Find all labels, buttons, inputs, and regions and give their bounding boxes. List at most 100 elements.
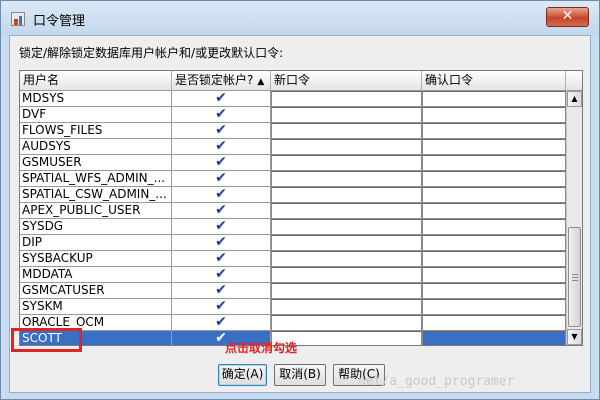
lock-checkbox-cell[interactable]: ✔ (172, 91, 271, 107)
confirm-password-field[interactable] (422, 299, 566, 315)
username-cell[interactable]: SPATIAL_CSW_ADMIN_... (20, 187, 172, 203)
new-password-field[interactable] (271, 107, 422, 123)
table-row[interactable]: SPATIAL_WFS_ADMIN_... ✔ (20, 171, 566, 187)
table-row[interactable]: APEX_PUBLIC_USER ✔ (20, 203, 566, 219)
lock-checkbox-cell[interactable]: ✔ (172, 219, 271, 235)
new-password-field[interactable] (271, 315, 422, 331)
checkmark-icon[interactable]: ✔ (215, 315, 227, 330)
username-cell[interactable]: FLOWS_FILES (20, 123, 172, 139)
username-cell[interactable]: DVF (20, 107, 172, 123)
checkmark-icon[interactable]: ✔ (215, 235, 227, 250)
table-row[interactable]: MDDATA ✔ (20, 267, 566, 283)
table-row[interactable]: GSMUSER ✔ (20, 155, 566, 171)
lock-checkbox-cell[interactable]: ✔ (172, 139, 271, 155)
checkmark-icon[interactable]: ✔ (215, 91, 227, 106)
lock-checkbox-cell[interactable]: ✔ (172, 187, 271, 203)
confirm-password-field[interactable] (422, 187, 566, 203)
confirm-password-field[interactable] (422, 107, 566, 123)
confirm-password-field[interactable] (422, 171, 566, 187)
lock-checkbox-cell[interactable]: ✔ (172, 171, 271, 187)
new-password-field[interactable] (271, 171, 422, 187)
checkmark-icon[interactable]: ✔ (215, 283, 227, 298)
username-cell[interactable]: DIP (20, 235, 172, 251)
table-row[interactable]: MDSYS ✔ (20, 91, 566, 107)
checkmark-icon[interactable]: ✔ (215, 107, 227, 122)
new-password-field[interactable] (271, 283, 422, 299)
new-password-field[interactable] (271, 203, 422, 219)
table-row[interactable]: DVF ✔ (20, 107, 566, 123)
confirm-password-field[interactable] (422, 139, 566, 155)
checkmark-icon[interactable]: ✔ (215, 187, 227, 202)
confirm-password-field[interactable] (422, 123, 566, 139)
lock-checkbox-cell[interactable]: ✔ (172, 107, 271, 123)
new-password-field[interactable] (271, 123, 422, 139)
confirm-password-field[interactable] (422, 251, 566, 267)
new-password-field[interactable] (271, 235, 422, 251)
table-row[interactable]: SPATIAL_CSW_ADMIN_... ✔ (20, 187, 566, 203)
lock-checkbox-cell[interactable]: ✔ (172, 123, 271, 139)
column-header-username[interactable]: 用户名 (20, 71, 172, 90)
table-row[interactable]: SYSBACKUP ✔ (20, 251, 566, 267)
username-cell[interactable]: MDSYS (20, 91, 172, 107)
username-cell[interactable]: SYSDG (20, 219, 172, 235)
username-cell[interactable]: APEX_PUBLIC_USER (20, 203, 172, 219)
column-header-new-password[interactable]: 新口令 (271, 71, 422, 90)
title-bar[interactable]: 口令管理 ✕ (1, 1, 599, 35)
table-row[interactable]: GSMCATUSER ✔ (20, 283, 566, 299)
checkmark-icon[interactable]: ✔ (215, 251, 227, 266)
checkmark-icon[interactable]: ✔ (215, 299, 227, 314)
scroll-thumb[interactable] (568, 227, 581, 327)
username-cell[interactable]: MDDATA (20, 267, 172, 283)
confirm-password-field[interactable] (422, 219, 566, 235)
username-cell[interactable]: SYSBACKUP (20, 251, 172, 267)
lock-checkbox-cell[interactable]: ✔ (172, 203, 271, 219)
checkmark-icon[interactable]: ✔ (215, 219, 227, 234)
cancel-button[interactable]: 取消(B) (274, 364, 326, 386)
username-cell[interactable]: GSMUSER (20, 155, 172, 171)
checkmark-icon[interactable]: ✔ (215, 203, 227, 218)
close-button[interactable]: ✕ (546, 7, 589, 27)
lock-checkbox-cell[interactable]: ✔ (172, 235, 271, 251)
checkmark-icon[interactable]: ✔ (215, 155, 227, 170)
lock-checkbox-cell[interactable]: ✔ (172, 251, 271, 267)
confirm-password-field[interactable] (422, 267, 566, 283)
checkmark-icon[interactable]: ✔ (215, 123, 227, 138)
column-header-confirm-password[interactable]: 确认口令 (422, 71, 566, 90)
checkmark-icon[interactable]: ✔ (215, 139, 227, 154)
confirm-password-field[interactable] (422, 235, 566, 251)
confirm-password-field[interactable] (422, 155, 566, 171)
lock-checkbox-cell[interactable]: ✔ (172, 315, 271, 331)
checkmark-icon[interactable]: ✔ (215, 171, 227, 186)
username-cell[interactable]: GSMCATUSER (20, 283, 172, 299)
username-cell[interactable]: AUDSYS (20, 139, 172, 155)
username-cell[interactable]: SYSKM (20, 299, 172, 315)
table-row[interactable]: AUDSYS ✔ (20, 139, 566, 155)
table-row[interactable]: FLOWS_FILES ✔ (20, 123, 566, 139)
lock-checkbox-cell[interactable]: ✔ (172, 267, 271, 283)
new-password-field[interactable] (271, 187, 422, 203)
table-row[interactable]: DIP ✔ (20, 235, 566, 251)
new-password-field[interactable] (271, 155, 422, 171)
new-password-field[interactable] (271, 299, 422, 315)
lock-checkbox-cell[interactable]: ✔ (172, 299, 271, 315)
scroll-up-arrow-icon[interactable]: ▲ (567, 91, 582, 107)
table-row[interactable]: ORACLE_OCM ✔ (20, 315, 566, 331)
confirm-password-field[interactable] (422, 203, 566, 219)
confirm-password-field[interactable] (422, 331, 566, 345)
new-password-field[interactable] (271, 219, 422, 235)
lock-checkbox-cell[interactable]: ✔ (172, 155, 271, 171)
new-password-field[interactable] (271, 251, 422, 267)
scroll-down-arrow-icon[interactable]: ▼ (567, 329, 582, 345)
checkmark-icon[interactable]: ✔ (215, 267, 227, 282)
lock-checkbox-cell[interactable]: ✔ (172, 283, 271, 299)
new-password-field[interactable] (271, 91, 422, 107)
new-password-field[interactable] (271, 139, 422, 155)
table-row[interactable]: SYSDG ✔ (20, 219, 566, 235)
confirm-password-field[interactable] (422, 91, 566, 107)
confirm-password-field[interactable] (422, 283, 566, 299)
vertical-scrollbar[interactable]: ▲ ▼ (566, 91, 582, 345)
table-row[interactable]: SYSKM ✔ (20, 299, 566, 315)
ok-button[interactable]: 确定(A) (218, 364, 267, 386)
column-header-locked[interactable]: 是否锁定帐户? ▲ (172, 71, 271, 90)
new-password-field[interactable] (271, 267, 422, 283)
